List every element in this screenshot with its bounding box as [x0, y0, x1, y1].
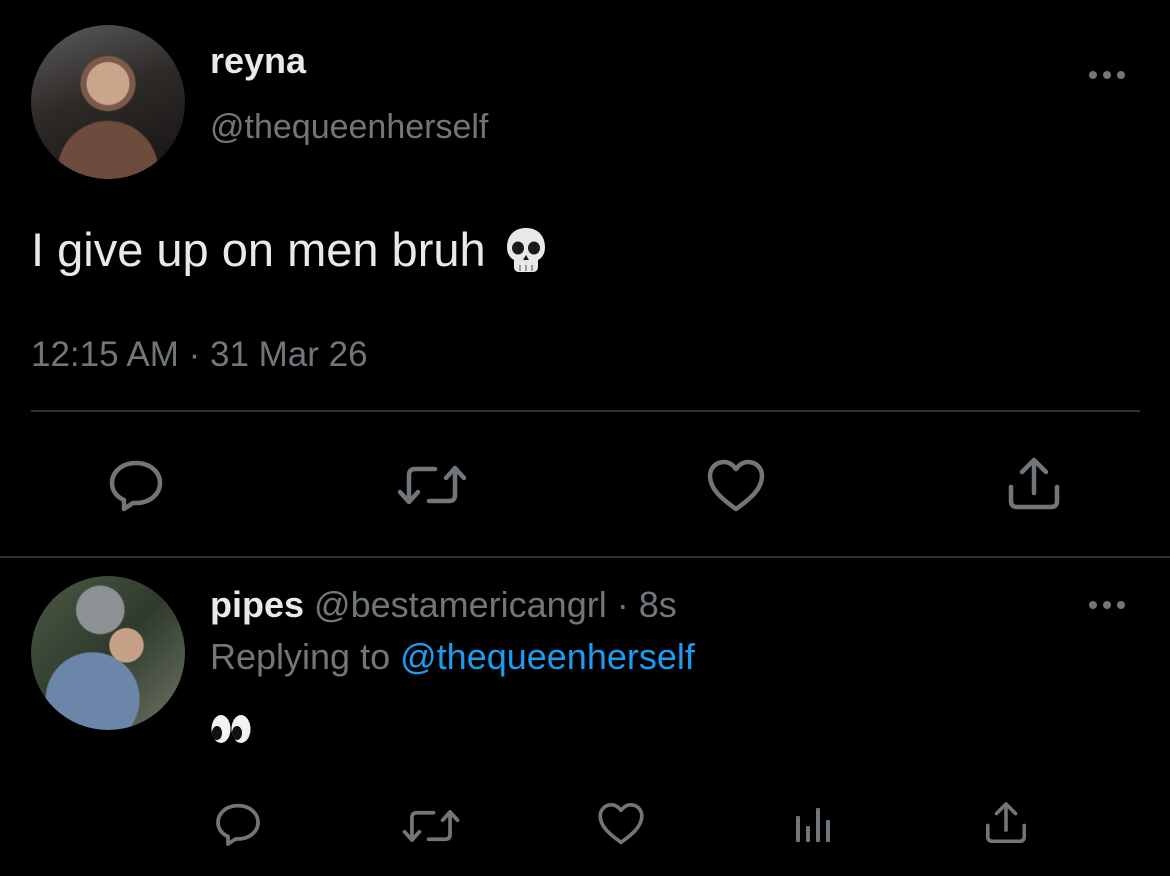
- reply-author-avatar[interactable]: [31, 576, 185, 730]
- reply-author-handle[interactable]: @bestamericangrl: [314, 584, 607, 625]
- reply-time[interactable]: 8s: [639, 584, 677, 625]
- analytics-icon[interactable]: [793, 804, 833, 844]
- reply-author-name[interactable]: pipes: [210, 584, 304, 625]
- tweet-timestamp[interactable]: 12:15 AM · 31 Mar 26: [31, 335, 368, 375]
- replying-to-mention[interactable]: @thequeenherself: [400, 636, 695, 677]
- skull-emoji-icon: [504, 226, 548, 274]
- share-icon[interactable]: [983, 800, 1029, 846]
- more-options-icon[interactable]: [1086, 60, 1128, 90]
- divider: [31, 410, 1140, 412]
- separator-dot: ·: [616, 584, 629, 625]
- retweet-icon[interactable]: [397, 459, 467, 511]
- retweet-icon[interactable]: [402, 804, 460, 848]
- reply-header: pipes @bestamericangrl · 8s: [210, 584, 677, 626]
- eyes-emoji-icon: [210, 712, 252, 746]
- tweet-text-content: I give up on men bruh: [31, 223, 486, 276]
- reply-icon[interactable]: [106, 457, 166, 513]
- reply-icon[interactable]: [213, 800, 263, 848]
- more-options-icon[interactable]: [1086, 590, 1128, 620]
- replying-to-label: Replying to: [210, 636, 391, 677]
- replying-to-line: Replying to @thequeenherself: [210, 636, 695, 678]
- divider: [0, 556, 1170, 558]
- like-icon[interactable]: [706, 459, 766, 513]
- author-avatar[interactable]: [31, 25, 185, 179]
- author-name[interactable]: reyna: [210, 40, 306, 82]
- tweet-text: I give up on men bruh: [31, 222, 548, 277]
- like-icon[interactable]: [597, 802, 645, 846]
- author-handle[interactable]: @thequeenherself: [210, 108, 488, 147]
- share-icon[interactable]: [1005, 455, 1063, 513]
